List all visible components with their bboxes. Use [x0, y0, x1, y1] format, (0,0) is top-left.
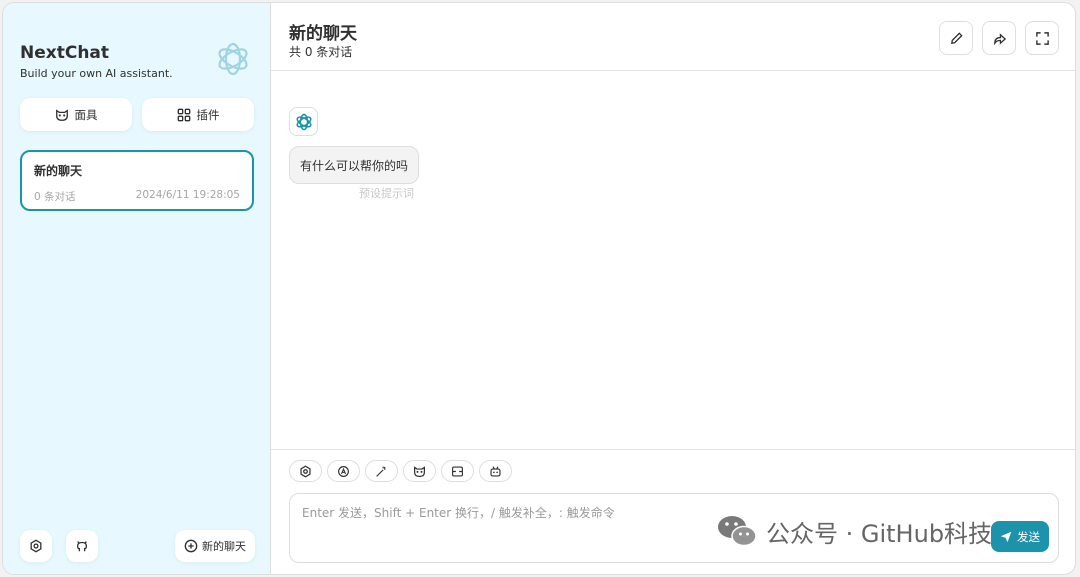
- settings-gear-icon: [30, 539, 42, 553]
- auto-theme-icon: [338, 465, 349, 477]
- settings-gear-icon: [300, 465, 311, 477]
- chat-panel: 新的聊天 共 0 条对话 有什么可以帮你的吗 预设提示词 Enter 发送，Sh…: [271, 3, 1075, 574]
- openai-logo-icon: [296, 113, 311, 130]
- app-window: NextChat Build your own AI assistant. 面具: [2, 2, 1076, 575]
- add-circle-icon: [184, 539, 198, 553]
- wechat-icon: [718, 516, 757, 547]
- chat-item-title: 新的聊天: [34, 164, 83, 178]
- input-area: Enter 发送，Shift + Enter 换行，/ 触发补全，: 触发命令 …: [271, 449, 1075, 574]
- brand-title: NextChat: [20, 43, 110, 63]
- chat-header: 新的聊天 共 0 条对话: [271, 3, 1075, 71]
- mask-button[interactable]: 面具: [20, 98, 132, 131]
- bot-message-bubble: 有什么可以帮你的吗: [289, 146, 420, 184]
- mask-icon: [55, 108, 68, 121]
- new-chat-button[interactable]: 新的聊天: [175, 530, 255, 562]
- edit-button[interactable]: [939, 21, 973, 55]
- fullscreen-button[interactable]: [1025, 21, 1059, 55]
- send-plane-icon: [1000, 531, 1012, 542]
- sidebar: NextChat Build your own AI assistant. 面具: [3, 3, 271, 574]
- share-button[interactable]: [982, 21, 1016, 55]
- chat-list-item[interactable]: 新的聊天 0 条对话 2024/6/11 19:28:05: [20, 150, 254, 211]
- send-button[interactable]: 发送: [991, 521, 1049, 552]
- pencil-icon: [950, 31, 963, 44]
- break-icon: [452, 465, 463, 477]
- model-tool[interactable]: [479, 460, 512, 482]
- preset-prompt-note: 预设提示词: [359, 187, 414, 200]
- new-chat-label: 新的聊天: [202, 540, 246, 553]
- mask-tool[interactable]: [403, 460, 436, 482]
- message-input-placeholder: Enter 发送，Shift + Enter 换行，/ 触发补全，: 触发命令: [302, 506, 615, 520]
- chat-subtitle: 共 0 条对话: [289, 45, 353, 59]
- clear-context-tool[interactable]: [441, 460, 474, 482]
- github-button[interactable]: [66, 530, 98, 562]
- mask-icon: [414, 465, 425, 477]
- plugin-label: 插件: [196, 107, 220, 122]
- wechat-watermark: 公众号 · GitHub科技: [716, 513, 992, 549]
- plugin-grid-icon: [177, 108, 190, 121]
- share-arrow-icon: [993, 32, 1006, 45]
- brand-subtitle: Build your own AI assistant.: [20, 67, 173, 80]
- github-icon: [76, 541, 88, 552]
- settings-button[interactable]: [20, 530, 52, 562]
- chat-item-count: 0 条对话: [34, 191, 76, 203]
- fullscreen-icon: [1035, 31, 1049, 45]
- plugin-button[interactable]: 插件: [142, 98, 254, 131]
- prompt-tool[interactable]: [365, 460, 398, 482]
- magic-wand-icon: [376, 466, 386, 477]
- chat-item-time: 2024/6/11 19:28:05: [135, 189, 240, 201]
- robot-icon: [490, 465, 501, 477]
- watermark-text: 公众号 · GitHub科技: [766, 519, 993, 548]
- chat-settings-tool[interactable]: [289, 460, 322, 482]
- bot-avatar: [289, 107, 318, 136]
- chat-title: 新的聊天: [289, 24, 357, 44]
- send-label: 发送: [1017, 529, 1040, 544]
- brand: NextChat Build your own AI assistant.: [20, 43, 173, 80]
- mask-label: 面具: [74, 107, 98, 122]
- openai-logo-icon: [218, 42, 248, 76]
- theme-auto-tool[interactable]: [327, 460, 360, 482]
